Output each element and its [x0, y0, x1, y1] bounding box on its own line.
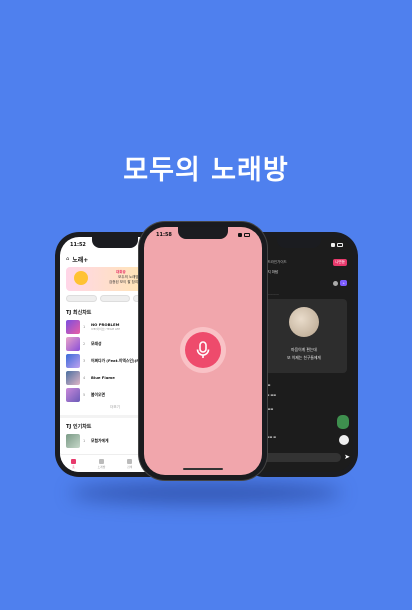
- section-title-popular: TJ 인기차트: [66, 424, 92, 430]
- user-icon: [333, 280, 339, 286]
- send-icon[interactable]: ➤: [344, 453, 350, 462]
- user-info: +: [333, 280, 347, 286]
- home-indicator: [183, 468, 223, 470]
- album-thumbnail: [66, 353, 80, 368]
- home-icon[interactable]: ⌂: [66, 256, 69, 262]
- lyrics-card: 마음이게 편는데 또 이제는 친구들에게: [261, 299, 347, 373]
- mic-button[interactable]: [180, 327, 226, 373]
- singer-avatar: [289, 307, 319, 337]
- mic-circle: [185, 332, 221, 368]
- album-thumbnail: [66, 336, 80, 351]
- rank-number: 4: [83, 375, 86, 380]
- chat-input[interactable]: [261, 453, 341, 462]
- rank-number: 1: [83, 324, 86, 329]
- album-thumbnail: [66, 387, 80, 402]
- lyrics-line-2: 또 이제는 친구들에게: [287, 355, 321, 360]
- song-artist: IVE(아이브) TEAM LEE: [91, 327, 121, 331]
- battery-icon: [238, 233, 250, 237]
- character-icon[interactable]: [337, 415, 349, 429]
- filter-chip[interactable]: [66, 295, 97, 302]
- coin-icon: [74, 271, 88, 285]
- gift-icon[interactable]: [339, 435, 349, 445]
- microphone-icon: [196, 341, 210, 358]
- song-title: Blue Flame: [91, 375, 115, 380]
- section-title-latest: TJ 최신차트: [66, 310, 92, 316]
- album-thumbnail: [66, 433, 80, 448]
- album-thumbnail: [66, 370, 80, 385]
- tab-search[interactable]: 검색: [127, 458, 132, 469]
- rank-number: 3: [83, 358, 86, 363]
- rank-number: 1: [83, 438, 86, 443]
- battery-icon: [331, 243, 343, 247]
- lyrics-line-1: 마음이게 편는데: [291, 347, 317, 352]
- rank-number: 2: [83, 341, 86, 346]
- follow-button[interactable]: +: [340, 280, 347, 286]
- album-thumbnail: [66, 319, 80, 334]
- tab-karaoke[interactable]: 노래방: [98, 458, 105, 469]
- phones-shadow: [70, 482, 342, 504]
- status-bar: 11:58: [144, 231, 262, 241]
- app-logo: 노래+: [72, 256, 89, 264]
- song-title: 모래성: [91, 340, 102, 346]
- tab-home[interactable]: 홈: [70, 458, 76, 469]
- rank-number: 5: [83, 392, 86, 397]
- headline: 모두의 노래방: [123, 155, 289, 186]
- center-phone-mockup: 11:58: [139, 222, 267, 480]
- status-time: 11:52: [70, 242, 86, 248]
- room-badge[interactable]: 나만듣: [333, 259, 347, 266]
- center-phone-screen: 11:58: [144, 227, 262, 475]
- room-subtitle: 뭘듣지 마탐: [261, 270, 279, 274]
- status-time: 11:58: [156, 232, 172, 238]
- room-header: 가이드라인가이드 나만듣 뭘듣지 마탐: [261, 259, 347, 275]
- song-title: 봄이오면: [91, 391, 105, 397]
- song-title: 모험가에게: [91, 437, 109, 443]
- filter-chip[interactable]: [99, 295, 131, 302]
